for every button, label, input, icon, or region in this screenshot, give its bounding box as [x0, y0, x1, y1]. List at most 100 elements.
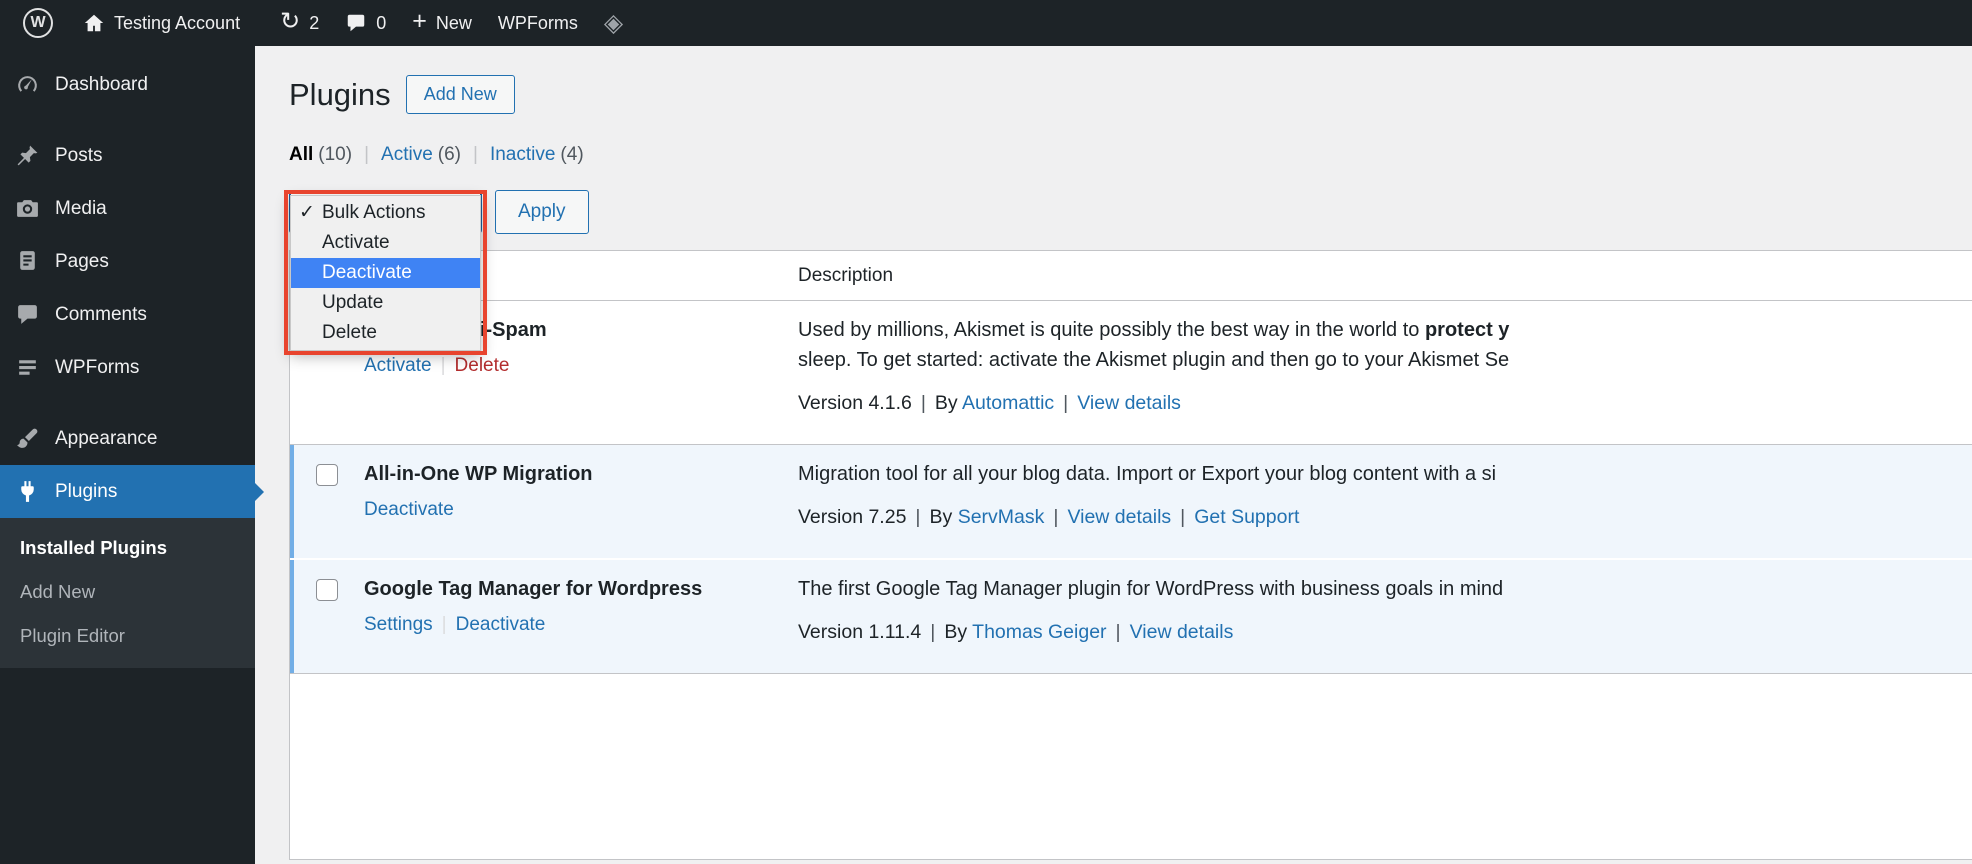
submenu-item-installed-plugins[interactable]: Installed Plugins	[0, 526, 255, 570]
plugin-version: Version 4.1.6	[798, 392, 912, 414]
sidebar-item-label: Posts	[55, 144, 103, 166]
filter-all[interactable]: All (10)	[289, 144, 352, 166]
apply-button[interactable]: Apply	[495, 190, 589, 234]
table-row-google-tag-manager: Google Tag Manager for Wordpress Setting…	[290, 560, 1972, 674]
site-name: Testing Account	[114, 12, 241, 33]
sidebar-item-label: Plugins	[55, 480, 118, 502]
dropdown-option-deactivate[interactable]: Deactivate	[291, 258, 480, 288]
plugin-title: Google Tag Manager for Wordpress	[364, 578, 703, 600]
by-label: By	[944, 621, 968, 643]
filter-links: All(10) Active(6) Inactive(4)	[289, 144, 1972, 166]
bulk-actions-dropdown: ✓ Bulk Actions Activate Deactivate Update…	[290, 195, 481, 351]
settings-link[interactable]: Settings	[364, 614, 433, 635]
sidebar-item-label: Appearance	[55, 427, 158, 449]
brush-icon	[17, 428, 38, 448]
gtm-menu[interactable]: ◈	[591, 0, 636, 46]
site-menu[interactable]: Testing Account	[70, 0, 253, 46]
dropdown-option-delete[interactable]: Delete	[291, 318, 480, 348]
new-label: New	[435, 12, 472, 33]
home-icon	[84, 14, 104, 32]
plugin-description: The first Google Tag Manager plugin for …	[798, 578, 1504, 600]
divider	[364, 144, 369, 166]
sidebar-item-posts[interactable]: Posts	[0, 129, 255, 182]
divider	[915, 506, 920, 528]
plugin-meta: Version 4.1.6 By Automattic View details	[798, 388, 1972, 418]
divider	[1116, 621, 1121, 643]
dropdown-option-update[interactable]: Update	[291, 288, 480, 318]
comment-icon	[18, 305, 37, 324]
sidebar-item-plugins[interactable]: Plugins	[0, 465, 264, 518]
admin-bar: W Testing Account ↻ 2 0 + New WPForms ◈	[0, 0, 1972, 46]
delete-link[interactable]: Delete	[455, 355, 510, 376]
filter-active[interactable]: Active (6)	[381, 144, 461, 166]
dashboard-icon	[18, 76, 37, 92]
comments-menu[interactable]: 0	[332, 0, 399, 46]
option-label: Bulk Actions	[322, 202, 426, 223]
main-content: Plugins Add New All(10) Active(6) Inacti…	[255, 46, 1972, 864]
table-row-all-in-one-wp-migration: All-in-One WP Migration Deactivate Migra…	[290, 445, 1972, 560]
get-support-link[interactable]: Get Support	[1194, 506, 1299, 528]
pin-icon	[17, 145, 38, 166]
wordpress-menu[interactable]: W	[10, 0, 66, 46]
row-actions: Activate Delete	[364, 353, 778, 379]
option-label: Activate	[322, 232, 390, 253]
plugin-description: Migration tool for all your blog data. I…	[798, 463, 1497, 485]
submenu-item-plugin-editor[interactable]: Plugin Editor	[0, 614, 255, 658]
add-new-button[interactable]: Add New	[405, 75, 515, 114]
author-link[interactable]: ServMask	[958, 506, 1045, 528]
wpforms-menu[interactable]: WPForms	[485, 0, 591, 46]
sidebar-item-pages[interactable]: Pages	[0, 235, 255, 288]
page-title: Plugins	[289, 76, 391, 112]
by-label: By	[934, 392, 958, 414]
table-row-akismet: Akismet Anti-Spam ActivateDelete Used by…	[290, 301, 1972, 445]
dropdown-option-activate[interactable]: Activate	[291, 228, 480, 258]
option-label: Deactivate	[322, 262, 412, 283]
camera-icon	[17, 200, 38, 217]
activate-link[interactable]: Activate	[364, 355, 432, 376]
plugin-meta: Version 1.11.4 By Thomas Geiger View detai…	[798, 617, 1972, 647]
divider	[442, 614, 447, 635]
plugin-checkbox[interactable]	[316, 579, 338, 601]
wordpress-logo-icon: W	[23, 8, 53, 38]
filter-inactive-count: (4)	[560, 144, 584, 165]
sidebar-item-appearance[interactable]: Appearance	[0, 412, 255, 465]
filter-inactive-label: Inactive	[489, 144, 556, 165]
deactivate-link[interactable]: Deactivate	[456, 614, 546, 635]
plugin-version: Version 1.11.4	[798, 621, 922, 643]
bulk-actions-wrap: Bulk Actions ✓ Bulk Actions Activate Deac…	[284, 190, 487, 355]
filter-inactive[interactable]: Inactive (4)	[490, 144, 584, 166]
deactivate-link[interactable]: Deactivate	[364, 499, 454, 520]
filter-active-label: Active	[381, 144, 433, 165]
option-label: Update	[322, 292, 384, 313]
view-details-link[interactable]: View details	[1067, 506, 1171, 528]
submenu-item-add-new[interactable]: Add New	[0, 570, 255, 614]
updates-menu[interactable]: ↻ 2	[267, 0, 332, 46]
plugin-meta: Version 7.25 By ServMask View details Get S…	[798, 502, 1972, 532]
divider	[473, 144, 478, 166]
plugins-submenu: Installed Plugins Add New Plugin Editor	[0, 518, 255, 668]
plugin-version: Version 7.25	[798, 506, 907, 528]
menu-separator	[0, 394, 255, 412]
sidebar-item-media[interactable]: Media	[0, 182, 255, 235]
sidebar: Dashboard Posts Media Pages Comments WPF…	[0, 46, 264, 864]
filter-all-label: All	[289, 144, 314, 165]
plugin-description-line2: sleep. To get started: activate the Akis…	[798, 349, 1510, 371]
sidebar-item-comments[interactable]: Comments	[0, 288, 255, 341]
sidebar-item-wpforms[interactable]: WPForms	[0, 341, 255, 394]
view-details-link[interactable]: View details	[1130, 621, 1234, 643]
sidebar-item-label: WPForms	[55, 356, 140, 378]
sidebar-item-label: Pages	[55, 250, 109, 272]
dropdown-option-bulk-actions[interactable]: ✓ Bulk Actions	[291, 198, 480, 228]
view-details-link[interactable]: View details	[1077, 392, 1181, 414]
plug-icon	[21, 481, 34, 502]
author-link[interactable]: Thomas Geiger	[972, 621, 1106, 643]
plugin-checkbox[interactable]	[316, 464, 338, 486]
sidebar-item-dashboard[interactable]: Dashboard	[0, 58, 255, 111]
divider	[930, 621, 935, 643]
option-label: Delete	[322, 322, 377, 343]
comments-count: 0	[376, 12, 387, 33]
filter-active-count: (6)	[437, 144, 461, 165]
plugin-title: All-in-One WP Migration	[364, 463, 593, 485]
author-link[interactable]: Automattic	[962, 392, 1054, 414]
new-menu[interactable]: + New	[399, 0, 485, 46]
